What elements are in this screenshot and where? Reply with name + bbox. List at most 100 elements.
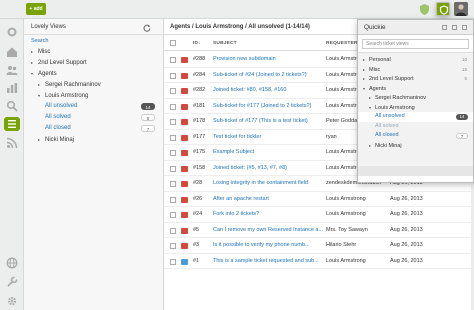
ticket-id: #3 — [193, 242, 200, 248]
row-checkbox[interactable] — [170, 196, 176, 203]
view-item[interactable]: ▾ Louis Armstrong — [24, 90, 163, 101]
row-checkbox[interactable] — [170, 165, 176, 172]
caret-down-icon[interactable]: ▾ — [31, 68, 38, 79]
view-item[interactable]: ▸ 2nd Level Support — [24, 57, 163, 68]
priority-icon — [181, 103, 188, 110]
quickie-item[interactable]: ▸ Nicki Minaj — [358, 141, 473, 151]
view-item[interactable]: All closed 7 — [24, 123, 163, 134]
feed-icon[interactable] — [6, 137, 18, 149]
row-checkbox[interactable] — [170, 258, 176, 265]
ticket-requester: Louis Armstrong — [326, 257, 366, 264]
row-checkbox[interactable] — [170, 103, 176, 110]
row-checkbox[interactable] — [170, 212, 176, 218]
row-checkbox[interactable] — [170, 72, 176, 79]
quickie-item-count: 5 — [464, 76, 467, 81]
quickie-item[interactable]: ▸ Sergei Rachmaninov — [358, 93, 473, 103]
quickie-popover: Quickie Search ticket views ▸ Personal 10 ▸… — [357, 19, 474, 183]
row-checkbox[interactable] — [170, 181, 176, 187]
users-icon[interactable] — [6, 64, 18, 76]
table-row[interactable]: #1 This is a sample ticket requested and … — [164, 254, 474, 269]
close-icon[interactable] — [462, 25, 467, 30]
quickie-item[interactable]: ▸ 2nd Level Support 5 — [358, 74, 473, 84]
table-row[interactable]: #26 After an apache restart Louis Armstron… — [164, 192, 474, 207]
count-badge: 14 — [456, 113, 468, 120]
ticket-id: #1 — [193, 257, 200, 264]
quickie-item[interactable]: ▸ Personal 10 — [358, 55, 473, 65]
avatar[interactable] — [454, 2, 468, 16]
view-item[interactable]: All solved 5 — [24, 112, 163, 123]
ticket-subject-link[interactable]: After an apache restart — [213, 192, 323, 207]
ticket-id: #282 — [193, 87, 206, 93]
quickie-item[interactable]: All unsolved 14 — [358, 112, 473, 122]
view-item[interactable]: ▸ Misc — [24, 46, 163, 57]
views-icon[interactable] — [4, 117, 20, 131]
quickie-item[interactable]: All solved — [358, 122, 473, 132]
ticket-requester: Louis Armstrong — [326, 195, 366, 202]
priority-icon — [181, 196, 188, 203]
ticket-subject-link[interactable]: Sub-ticket of #177 (This is a test ticke… — [213, 114, 323, 129]
quickie-item[interactable]: All closed 7 — [358, 131, 473, 141]
view-item[interactable]: ▸ Sergei Rachmaninov — [24, 79, 163, 90]
row-checkbox[interactable] — [170, 88, 176, 94]
caret-right-icon[interactable]: ▸ — [31, 46, 38, 57]
tools-icon[interactable] — [6, 276, 18, 288]
quickie-item-label: Sergei Rachmaninov — [375, 95, 427, 101]
caret-right-icon[interactable]: ▸ — [38, 79, 45, 90]
ticket-date: Aug 26, 2013 — [390, 257, 423, 264]
add-button[interactable]: + add — [26, 3, 46, 15]
priority-icon — [181, 150, 188, 156]
pin-icon[interactable] — [442, 25, 447, 30]
row-checkbox[interactable] — [170, 119, 176, 125]
quickie-item[interactable]: ▾ Agents — [358, 84, 473, 94]
view-item[interactable]: ▸ Nicki Minaj — [24, 134, 163, 145]
ticket-subject-link[interactable]: Test ticket for tickler — [213, 130, 323, 145]
view-item[interactable]: ▾ Agents — [24, 68, 163, 79]
ticket-subject-link[interactable]: Losing integrity in the containment fiel… — [213, 176, 323, 191]
table-row[interactable]: #5 Can I remove my own Reserved Instance … — [164, 223, 474, 238]
ticket-subject-link[interactable]: Can I remove my own Reserved Instance a.… — [213, 223, 323, 238]
quickie-item[interactable]: ▾ Louis Armstrong — [358, 103, 473, 113]
search-icon[interactable] — [6, 100, 18, 112]
caret-right-icon[interactable]: ▸ — [31, 57, 38, 68]
quickie-icon[interactable] — [436, 2, 450, 16]
view-item[interactable]: All unsolved 14 — [24, 101, 163, 112]
select-all-checkbox[interactable] — [170, 40, 176, 46]
ticket-subject-link[interactable]: Is it possible to verify my phone numb..… — [213, 238, 323, 253]
expand-icon[interactable] — [452, 25, 457, 30]
column-id[interactable]: ID↓ — [193, 36, 201, 51]
ticket-subject-link[interactable]: Sub-ticket of #24 (Joined to 2 tickets?) — [213, 68, 323, 83]
quickie-item[interactable]: ▸ Misc 15 — [358, 65, 473, 75]
caret-right-icon[interactable]: ▸ — [38, 134, 45, 145]
table-row[interactable]: #3 Is it possible to verify my phone numb… — [164, 238, 474, 254]
stats-icon[interactable] — [6, 82, 18, 94]
column-requester[interactable]: REQUESTER — [326, 36, 358, 51]
quickie-item-label: Louis Armstrong — [375, 104, 415, 111]
globe-icon[interactable] — [6, 257, 18, 269]
views-list: ▸ Misc ▸ 2nd Level Support ▾ Agents ▸ Sergei Ra… — [24, 46, 163, 145]
ticket-subject-link[interactable]: This is a sample ticket requested and su… — [213, 254, 323, 269]
ticket-subject-link[interactable]: Joined ticket: #80, #158, #160 — [213, 83, 323, 98]
ticket-subject-link[interactable]: Fork into 2 tickets? — [213, 207, 323, 222]
settings-icon[interactable] — [6, 26, 18, 38]
ticket-subject-link[interactable]: Example Subject — [213, 145, 323, 160]
ticket-subject-link[interactable]: Sub-ticket for #177 (Joined to 2 tickets… — [213, 99, 323, 114]
table-row[interactable]: #24 Fork into 2 tickets? Louis Armstrong Au… — [164, 207, 474, 223]
row-checkbox[interactable] — [170, 243, 176, 249]
caret-down-icon[interactable]: ▾ — [38, 90, 45, 101]
row-checkbox[interactable] — [170, 150, 176, 156]
quickie-search-input[interactable]: Search ticket views — [362, 39, 469, 49]
row-checkbox[interactable] — [170, 57, 176, 63]
views-header: Lovely Views — [24, 19, 163, 35]
gear-icon[interactable] — [6, 295, 18, 307]
home-icon[interactable] — [6, 46, 18, 58]
priority-icon — [181, 119, 188, 125]
row-checkbox[interactable] — [170, 134, 176, 141]
ticket-subject-link[interactable]: Joined ticket: (#5, #13, #7, #8) — [213, 161, 323, 176]
ticket-id: #24 — [193, 211, 203, 217]
ticket-subject-link[interactable]: Provision new subdomain — [213, 52, 323, 67]
column-subject[interactable]: SUBJECT — [213, 36, 237, 51]
quickie-header: Quickie — [358, 20, 473, 35]
shield-icon[interactable] — [418, 3, 431, 16]
row-checkbox[interactable] — [170, 227, 176, 234]
refresh-icon[interactable] — [143, 23, 151, 39]
